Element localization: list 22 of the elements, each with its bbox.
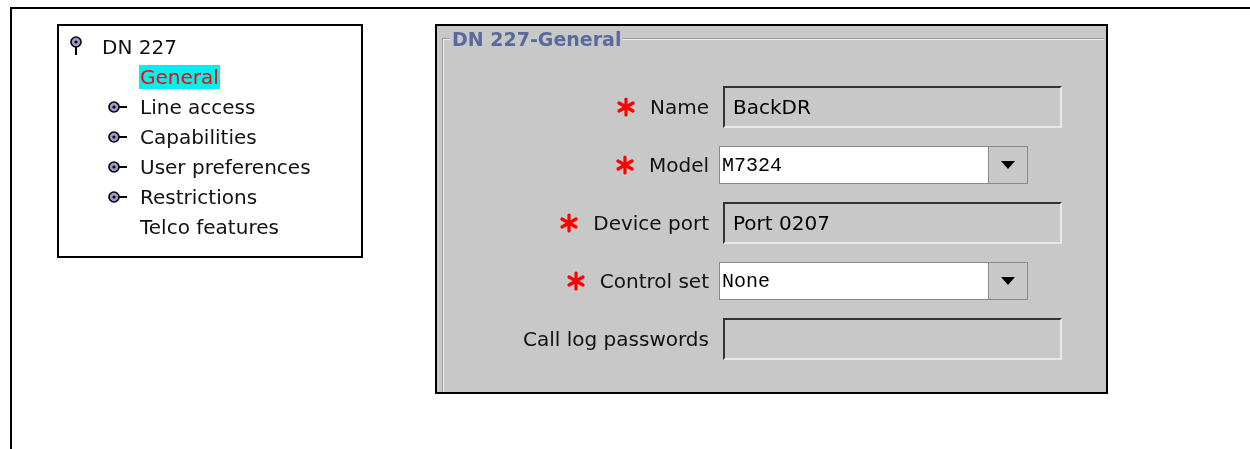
field-label: Device port bbox=[593, 211, 709, 235]
text-field[interactable]: BackDR bbox=[723, 86, 1062, 128]
tree-item[interactable]: Line access bbox=[139, 95, 257, 119]
key-icon[interactable] bbox=[107, 130, 129, 144]
field-label: Control set bbox=[599, 269, 709, 293]
pin-icon bbox=[69, 36, 83, 58]
field-label: Name bbox=[650, 95, 709, 119]
key-icon[interactable] bbox=[107, 190, 129, 204]
tree-item[interactable]: User preferences bbox=[139, 155, 312, 179]
key-icon[interactable] bbox=[107, 160, 129, 174]
tree-item[interactable]: Capabilities bbox=[139, 125, 258, 149]
text-field[interactable] bbox=[723, 318, 1062, 360]
key-icon[interactable] bbox=[107, 100, 129, 114]
tree-item[interactable]: Telco features bbox=[139, 215, 280, 239]
tree-item[interactable]: DN 227 bbox=[101, 35, 178, 59]
dropdown[interactable]: M7324 bbox=[719, 146, 1028, 184]
field-label: Model bbox=[648, 153, 709, 177]
field-label: Call log passwords bbox=[523, 327, 709, 351]
dropdown[interactable]: None bbox=[719, 262, 1028, 300]
tree-item[interactable]: Restrictions bbox=[139, 185, 259, 209]
group-title: DN 227-General bbox=[451, 28, 623, 50]
text-field[interactable]: Port 0207 bbox=[723, 202, 1062, 244]
